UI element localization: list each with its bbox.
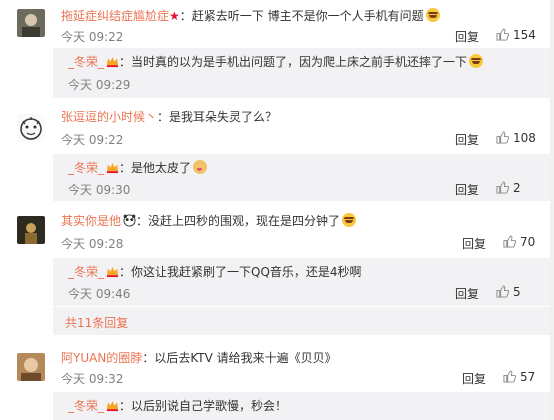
thumbs-up-icon — [496, 285, 509, 298]
like-count: 154 — [513, 28, 536, 42]
like-button[interactable]: 108 — [496, 131, 536, 145]
like-count: 57 — [520, 370, 536, 384]
username[interactable]: 张逗逗的小时候丶 — [61, 110, 157, 124]
avatar[interactable] — [17, 353, 45, 381]
comment-text: ：以后去KTV 请给我来十遍《贝贝》 — [142, 351, 337, 365]
reply-button[interactable]: 回复 — [462, 235, 486, 252]
reply-line: _冬荣_ ：当时真的以为是手机出问题了，因为爬上床之前手机还摔了一下 — [68, 54, 484, 70]
like-count: 108 — [513, 131, 536, 145]
reply-button[interactable]: 回复 — [455, 28, 479, 45]
reply-text: ：当时真的以为是手机出问题了，因为爬上床之前手机还摔了一下 — [119, 55, 468, 69]
comment-text: ：赶紧去听一下 博主不是你一个人手机有问题 — [179, 9, 424, 23]
comment-line: 张逗逗的小时候丶：是我耳朵失灵了么？ — [61, 109, 277, 125]
timestamp: 今天 09:28 — [61, 237, 124, 251]
reply-button[interactable]: 回复 — [455, 181, 479, 198]
thumbs-up-icon — [503, 370, 516, 383]
laugh-emoji-icon — [425, 8, 440, 22]
timestamp: 今天 09:32 — [61, 372, 124, 386]
username[interactable]: 拖延症纠结症尴尬症 — [61, 9, 169, 23]
star-badge-icon: ★ — [169, 9, 180, 23]
reply-text: ：是他太皮了 — [119, 161, 192, 175]
laugh-emoji-icon — [342, 213, 357, 227]
like-button[interactable]: 154 — [496, 28, 536, 42]
reply-box: _冬荣_ ：当时真的以为是手机出问题了，因为爬上床之前手机还摔了一下 今天 09:… — [53, 48, 550, 98]
reply-username[interactable]: _冬荣_ — [68, 55, 104, 69]
thumbs-up-icon — [496, 28, 509, 41]
more-replies-link[interactable]: 共11条回复 — [65, 314, 128, 331]
reply-box: _冬荣_ ：是他太皮了 今天 09:30 回复 2 — [53, 154, 550, 201]
avatar[interactable] — [17, 114, 45, 142]
like-button[interactable]: 5 — [496, 285, 521, 299]
comment-line: 其实你是他 ：没赶上四秒的围观，现在是四分钟了 — [61, 213, 357, 229]
reply-username[interactable]: _冬荣_ — [68, 399, 104, 413]
avatar[interactable] — [17, 9, 45, 37]
reply-timestamp: 今天 09:46 — [68, 287, 131, 301]
like-button[interactable]: 57 — [503, 370, 535, 384]
thumbs-up-icon — [503, 235, 516, 248]
crown-badge-icon — [106, 400, 119, 412]
avatar[interactable] — [17, 216, 45, 244]
panda-badge-icon — [123, 214, 136, 227]
crown-badge-icon — [106, 162, 119, 174]
timestamp: 今天 09:22 — [61, 30, 124, 44]
thumbs-up-icon — [496, 131, 509, 144]
reply-box: _冬荣_ ：以后别说自己学歌慢，秒会！ — [53, 392, 550, 420]
more-replies-box: 共11条回复 — [53, 307, 550, 335]
comment-line: 阿YUAN的圈脖：以后去KTV 请给我来十遍《贝贝》 — [61, 350, 337, 366]
laugh-emoji-icon — [469, 54, 484, 68]
reply-button[interactable]: 回复 — [455, 131, 479, 148]
comment-line: 拖延症纠结症尴尬症★：赶紧去听一下 博主不是你一个人手机有问题 — [61, 8, 440, 24]
timestamp: 今天 09:22 — [61, 133, 124, 147]
naughty-emoji-icon — [193, 160, 208, 174]
reply-button[interactable]: 回复 — [462, 370, 486, 387]
reply-line: _冬荣_ ：是他太皮了 — [68, 160, 208, 176]
reply-button[interactable]: 回复 — [455, 285, 479, 302]
comment-text: ：没赶上四秒的围观，现在是四分钟了 — [136, 214, 341, 228]
like-count: 5 — [513, 285, 521, 299]
reply-timestamp: 今天 09:30 — [68, 183, 131, 197]
comment-text: ：是我耳朵失灵了么？ — [157, 110, 278, 124]
like-count: 70 — [520, 235, 536, 249]
reply-text: ：以后别说自己学歌慢，秒会！ — [119, 399, 288, 413]
like-count: 2 — [513, 181, 521, 195]
username[interactable]: 其实你是他 — [61, 214, 121, 228]
crown-badge-icon — [106, 56, 119, 68]
reply-text: ：你这让我赶紧刷了一下QQ音乐，还是4秒啊 — [119, 265, 362, 279]
username[interactable]: 阿YUAN的圈脖 — [61, 351, 142, 365]
like-button[interactable]: 70 — [503, 235, 535, 249]
like-button[interactable]: 2 — [496, 181, 521, 195]
scrollbar[interactable] — [550, 0, 554, 420]
reply-line: _冬荣_ ：你这让我赶紧刷了一下QQ音乐，还是4秒啊 — [68, 264, 362, 280]
reply-timestamp: 今天 09:29 — [68, 78, 131, 92]
reply-username[interactable]: _冬荣_ — [68, 161, 104, 175]
reply-username[interactable]: _冬荣_ — [68, 265, 104, 279]
thumbs-up-icon — [496, 181, 509, 194]
crown-badge-icon — [106, 266, 119, 278]
reply-box: _冬荣_ ：你这让我赶紧刷了一下QQ音乐，还是4秒啊 今天 09:46 回复 5 — [53, 258, 550, 306]
reply-line: _冬荣_ ：以后别说自己学歌慢，秒会！ — [68, 398, 287, 414]
